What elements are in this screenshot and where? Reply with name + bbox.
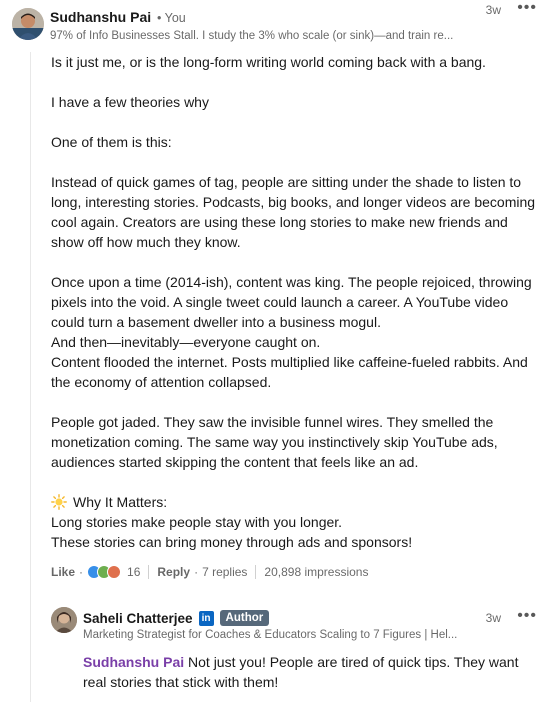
reply-body: Sudhanshu Pai Not just you! People are t… bbox=[83, 652, 523, 692]
comment-header: Sudhanshu Pai • You 97% of Info Business… bbox=[12, 8, 542, 48]
paragraph: Is it just me, or is the long-form writi… bbox=[51, 54, 486, 70]
paragraph: Once upon a time (2014-ish), content was… bbox=[51, 274, 532, 330]
paragraph: Long stories make people stay with you l… bbox=[51, 514, 343, 530]
paragraph: One of them is this: bbox=[51, 134, 172, 150]
more-horizontal-icon[interactable]: ••• bbox=[517, 608, 537, 624]
separator-dot: · bbox=[194, 565, 199, 579]
author-name[interactable]: Sudhanshu Pai bbox=[50, 9, 151, 25]
paragraph: Instead of quick games of tag, people ar… bbox=[51, 174, 536, 250]
impressions-count: 20,898 impressions bbox=[264, 565, 369, 579]
mention-link[interactable]: Sudhanshu Pai bbox=[83, 654, 184, 670]
separator-dot: · bbox=[79, 565, 84, 579]
reply-author: Saheli Chatterjee in Author bbox=[83, 610, 270, 626]
more-horizontal-icon[interactable]: ••• bbox=[517, 0, 537, 16]
sun-icon bbox=[51, 494, 67, 510]
reply-time: 3w bbox=[485, 611, 501, 625]
author-headline: 97% of Info Businesses Stall. I study th… bbox=[50, 30, 454, 42]
like-button[interactable]: Like bbox=[51, 565, 75, 579]
author-badge: Author bbox=[219, 610, 270, 626]
paragraph: And then—inevitably—everyone caught on. bbox=[51, 334, 321, 350]
linkedin-icon: in bbox=[198, 610, 214, 626]
comment-author[interactable]: Sudhanshu Pai • You bbox=[50, 9, 186, 25]
love-reaction-icon bbox=[107, 565, 122, 579]
reply-avatar[interactable] bbox=[51, 607, 77, 633]
why-it-matters-heading: Why It Matters: bbox=[51, 492, 537, 512]
avatar[interactable] bbox=[12, 8, 44, 40]
author-meta: • You bbox=[157, 11, 186, 25]
paragraph: Content flooded the internet. Posts mult… bbox=[51, 354, 528, 390]
reactions-icons[interactable] bbox=[87, 565, 122, 579]
paragraph: People got jaded. They saw the invisible… bbox=[51, 414, 498, 470]
reply-author-name[interactable]: Saheli Chatterjee bbox=[83, 611, 193, 626]
reaction-count[interactable]: 16 bbox=[127, 565, 140, 579]
comment-body: Is it just me, or is the long-form writi… bbox=[51, 52, 537, 552]
paragraph: I have a few theories why bbox=[51, 94, 209, 110]
divider bbox=[148, 565, 150, 579]
reply-author-headline: Marketing Strategist for Coaches & Educa… bbox=[83, 629, 458, 641]
heading-text: Why It Matters: bbox=[73, 494, 168, 510]
thread-line bbox=[30, 52, 31, 702]
comment-thread: Sudhanshu Pai • You 97% of Info Business… bbox=[0, 0, 549, 702]
replies-count[interactable]: 7 replies bbox=[202, 565, 247, 579]
reply-button[interactable]: Reply bbox=[157, 565, 190, 579]
comment-actions: Like · 16 Reply · 7 replies 20,898 impre… bbox=[51, 562, 368, 582]
paragraph: These stories can bring money through ad… bbox=[51, 534, 413, 550]
comment-time: 3w bbox=[485, 3, 501, 17]
divider bbox=[255, 565, 257, 579]
